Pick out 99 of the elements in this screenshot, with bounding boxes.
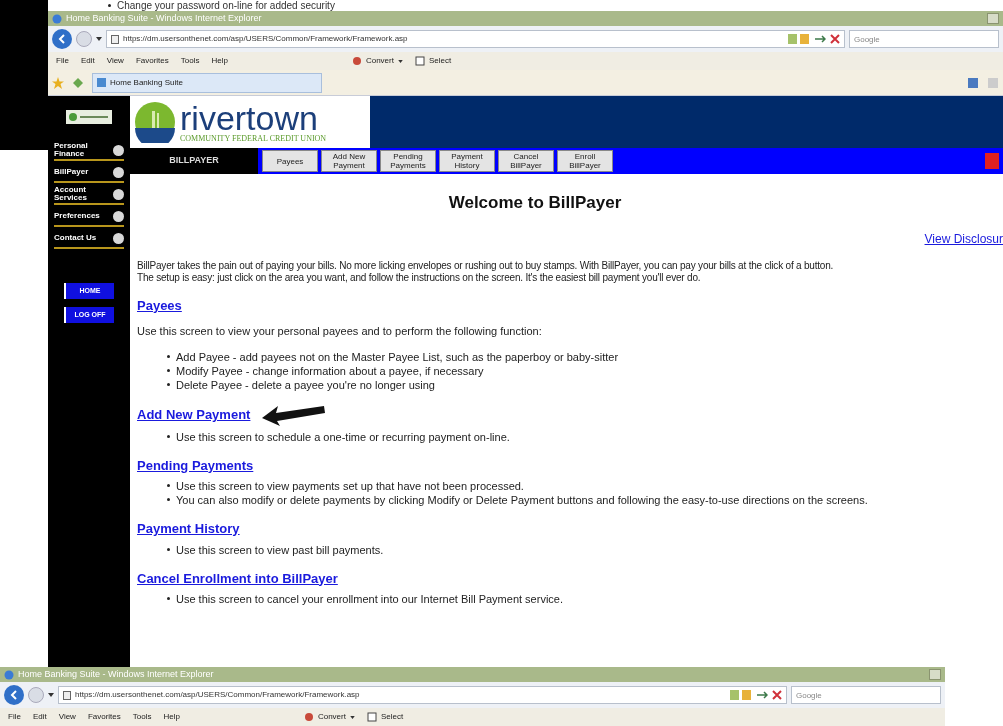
bullet-text: Use this screen to view payments set up that have not been processed.: [176, 479, 524, 493]
menu-item[interactable]: File: [8, 711, 21, 723]
page-icon: [111, 34, 119, 44]
menu-item[interactable]: Edit: [32, 711, 47, 723]
nav-tab[interactable]: Payment History: [439, 150, 495, 172]
nav-tab[interactable]: Enroll BillPayer: [557, 150, 613, 172]
bullet-text: You can also modify or delete payments by clicking Modify or Delete Payment buttons and following the easy-to-use directions on the screens.: [176, 493, 868, 507]
bullet-icon: [167, 434, 170, 438]
dropdown-icon[interactable]: [349, 715, 355, 719]
intro-paragraph: BillPayer takes the pain out of paying your bills. No more licking envelopes or rushing out to buy stamps. With BillPayer, you can pay your bills at the click of a button.: [137, 259, 835, 272]
back-button[interactable]: [4, 685, 24, 705]
security-icon: [788, 33, 810, 45]
bullet-icon: [108, 4, 111, 7]
nav-tab[interactable]: Payees: [262, 150, 318, 172]
home-icon[interactable]: [967, 76, 979, 89]
sidebar-item[interactable]: Contact Us: [54, 230, 124, 249]
round-button-icon: [113, 188, 124, 200]
nav-tab[interactable]: Cancel BillPayer: [498, 150, 554, 172]
window-title: Home Banking Suite - Windows Internet Explorer: [66, 11, 262, 25]
disclosure-link[interactable]: View Disclosur: [924, 229, 1003, 248]
menu-item[interactable]: Favorites: [135, 55, 169, 67]
convert-button[interactable]: Convert: [317, 711, 346, 723]
dropdown-icon[interactable]: [48, 693, 54, 697]
menu-item[interactable]: Tools: [180, 55, 200, 67]
close-icon[interactable]: [830, 34, 840, 44]
logo-text: rivertown: [180, 101, 318, 134]
bullet-icon: [167, 547, 170, 551]
page-icon: [97, 78, 106, 87]
convert-icon: [303, 712, 314, 722]
bullet-icon: [167, 382, 170, 386]
browser-icon: [52, 13, 62, 24]
dropdown-icon[interactable]: [397, 59, 403, 63]
bullet-text: Use this screen to view past bill payments.: [176, 542, 384, 557]
add-favorite-icon[interactable]: [72, 76, 84, 89]
select-icon: [414, 56, 425, 66]
round-button-icon: [113, 166, 124, 178]
select-icon: [366, 712, 377, 722]
back-button[interactable]: [52, 29, 72, 49]
logo-tagline: COMMUNITY FEDERAL CREDIT UNION: [180, 133, 327, 143]
bullet-text: Modify Payee - change information about a payee, if necessary: [176, 363, 484, 378]
page-title: Welcome to BillPayer: [447, 192, 623, 214]
section-heading-link[interactable]: Cancel Enrollment into BillPayer: [137, 568, 338, 588]
section-heading-link[interactable]: Payees: [137, 295, 182, 315]
browser-icon: [4, 669, 14, 680]
address-field[interactable]: https://dm.usersonthenet.com/asp/USERS/Common/Framework/Framework.asp: [106, 30, 845, 48]
select-button[interactable]: Select: [428, 55, 452, 67]
menu-item[interactable]: View: [106, 55, 124, 67]
security-icon: [730, 689, 752, 701]
sidebar-item[interactable]: Personal Finance: [54, 142, 124, 161]
favorites-star-icon[interactable]: [52, 76, 64, 89]
search-field[interactable]: Google: [791, 686, 941, 704]
bullet-text: Add Payee - add payees not on the Master Payee List, such as the paperboy or baby-sitter: [176, 349, 619, 364]
bullet-icon: [167, 354, 170, 358]
menu-item[interactable]: Favorites: [87, 711, 121, 723]
restore-button[interactable]: [929, 669, 941, 680]
bullet-text: Delete Payee - delete a payee you're no longer using: [176, 377, 435, 392]
restore-button[interactable]: [987, 13, 999, 24]
bullet-text: Use this screen to schedule a one-time or recurring payment on-line.: [176, 429, 510, 444]
refresh-icon[interactable]: [756, 690, 768, 700]
bullet-icon: [167, 368, 170, 372]
tree-logo-icon: [134, 101, 176, 143]
bullet-icon: [167, 498, 170, 501]
sidebar-item[interactable]: Preferences: [54, 208, 124, 227]
sidebar-item[interactable]: Account Services: [54, 186, 124, 205]
section-heading-link[interactable]: Pending Payments: [137, 455, 254, 475]
nav-tab[interactable]: Pending Payments: [380, 150, 436, 172]
page-icon: [63, 690, 71, 700]
sidebar-item[interactable]: BillPayer: [54, 164, 124, 183]
section-text: Use this screen to view your personal payees and to perform the following function:: [137, 324, 543, 339]
bullet-icon: [167, 597, 170, 600]
close-icon[interactable]: [772, 690, 782, 700]
menu-item[interactable]: Tools: [132, 711, 152, 723]
bullet-text: Use this screen to cancel your enrollment into our Internet Bill Payment service.: [176, 592, 563, 606]
section-heading-link[interactable]: Payment History: [137, 519, 240, 539]
round-button-icon: [113, 232, 124, 244]
menu-item[interactable]: Edit: [80, 55, 95, 67]
browser-tab[interactable]: Home Banking Suite: [92, 72, 322, 93]
address-field[interactable]: https://dm.usersonthenet.com/asp/USERS/Common/Framework/Framework.asp: [58, 686, 787, 704]
dropdown-icon[interactable]: [96, 37, 102, 41]
bullet-icon: [167, 484, 170, 487]
menu-item[interactable]: View: [58, 711, 76, 723]
intro-paragraph: The setup is easy: just click on the area you want, and follow the instructions on the screen. It's the easiest bill payment you'll ever do.: [137, 271, 702, 284]
arrow-pointer-icon: [262, 403, 327, 426]
section-header: BILLPAYER: [130, 148, 258, 174]
round-button-icon: [113, 144, 124, 156]
convert-icon: [351, 56, 362, 66]
refresh-icon[interactable]: [814, 34, 826, 44]
select-button[interactable]: Select: [380, 711, 404, 723]
menu-item[interactable]: File: [56, 55, 69, 67]
convert-button[interactable]: Convert: [365, 55, 394, 67]
round-button-icon: [113, 210, 124, 222]
background-text: Change your password on-line for added security: [117, 0, 335, 11]
bank-badge-icon: [66, 110, 112, 124]
nav-tab[interactable]: Add New Payment: [321, 150, 377, 172]
menu-item[interactable]: Help: [211, 55, 228, 67]
menu-item[interactable]: Help: [163, 711, 180, 723]
window-title: Home Banking Suite - Windows Internet Explorer: [18, 667, 214, 681]
search-field[interactable]: Google: [849, 30, 999, 48]
section-heading-link[interactable]: Add New Payment: [137, 404, 251, 425]
